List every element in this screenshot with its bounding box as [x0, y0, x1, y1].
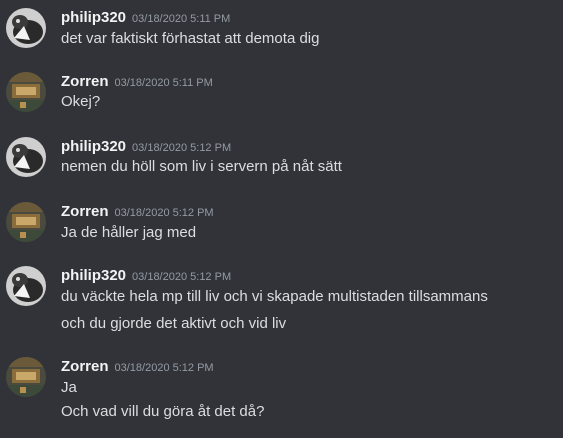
username[interactable]: Zorren — [61, 73, 109, 90]
message-text: Okej? — [61, 93, 101, 110]
message-text: du väckte hela mp till liv och vi skapad… — [61, 288, 488, 305]
message-header: philip320 03/18/2020 5:12 PM — [61, 137, 231, 157]
timestamp: 03/18/2020 5:12 PM — [114, 362, 214, 374]
message-header: Zorren 03/18/2020 5:12 PM — [61, 202, 214, 222]
message-text: det var faktiskt förhastat att demota di… — [61, 30, 320, 47]
timestamp: 03/18/2020 5:11 PM — [114, 77, 213, 89]
message-text: och du gjorde det aktivt och vid liv — [61, 315, 287, 332]
username[interactable]: philip320 — [61, 267, 126, 284]
message-text: nemen du höll som liv i servern på nåt s… — [61, 158, 342, 175]
username[interactable]: Zorren — [61, 203, 109, 220]
philip320-avatar-icon[interactable] — [6, 137, 46, 177]
zorren-avatar-icon[interactable] — [6, 357, 46, 397]
username[interactable]: philip320 — [61, 138, 126, 155]
message-text: Ja — [61, 379, 77, 396]
timestamp: 03/18/2020 5:12 PM — [114, 207, 214, 219]
username[interactable]: Zorren — [61, 358, 109, 375]
zorren-avatar-icon[interactable] — [6, 72, 46, 112]
message-header: philip320 03/18/2020 5:11 PM — [61, 8, 230, 28]
message-text: Och vad vill du göra åt det då? — [61, 403, 265, 420]
chat-log: philip320 03/18/2020 5:11 PM det var fakt… — [0, 0, 563, 438]
message-header: philip320 03/18/2020 5:12 PM — [61, 266, 231, 286]
philip320-avatar-icon[interactable] — [6, 8, 46, 48]
message-header: Zorren 03/18/2020 5:12 PM — [61, 357, 214, 377]
timestamp: 03/18/2020 5:12 PM — [132, 142, 232, 154]
timestamp: 03/18/2020 5:12 PM — [132, 271, 232, 283]
timestamp: 03/18/2020 5:11 PM — [132, 13, 231, 25]
philip320-avatar-icon[interactable] — [6, 266, 46, 306]
username[interactable]: philip320 — [61, 9, 126, 26]
message-header: Zorren 03/18/2020 5:11 PM — [61, 72, 213, 92]
zorren-avatar-icon[interactable] — [6, 202, 46, 242]
message-text: Ja de håller jag med — [61, 224, 197, 241]
